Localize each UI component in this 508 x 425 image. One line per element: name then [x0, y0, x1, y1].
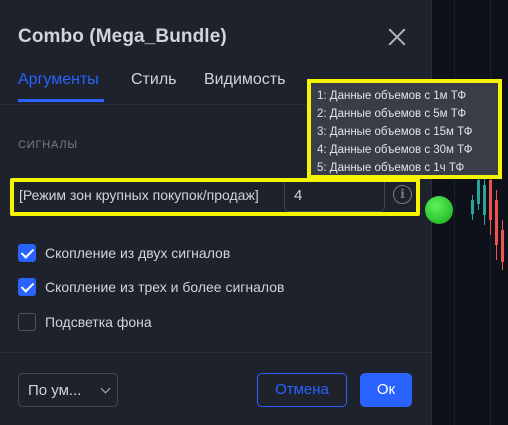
candle — [489, 180, 492, 220]
candle — [495, 200, 498, 245]
chevron-down-icon — [100, 383, 111, 394]
tab-arguments[interactable]: Аргументы — [18, 71, 99, 89]
mode-field-label: [Режим зон крупных покупок/продаж] — [19, 187, 259, 203]
indicator-settings-dialog: Combo (Mega_Bundle) Аргументы Стиль Види… — [0, 0, 432, 425]
screen: Combo (Mega_Bundle) Аргументы Стиль Види… — [0, 0, 508, 425]
candle — [483, 185, 486, 215]
mode-input[interactable] — [284, 178, 385, 212]
dialog-title: Combo (Mega_Bundle) — [18, 26, 227, 47]
checkbox-label: Скопление из двух сигналов — [45, 245, 231, 261]
candle — [501, 230, 504, 262]
cancel-button[interactable]: Отмена — [257, 373, 347, 407]
tooltip-line: 2: Данные объемов с 5м ТФ — [317, 108, 467, 120]
info-icon[interactable]: i — [393, 185, 412, 204]
ok-button[interactable]: Ок — [360, 373, 412, 407]
tooltip-line: 5: Данные объемов с 1ч ТФ — [317, 162, 465, 174]
checkbox-label: Скопление из трех и более сигналов — [45, 279, 285, 295]
checkbox-label: Подсветка фона — [45, 314, 152, 330]
tooltip-line: 3: Данные объемов с 15м ТФ — [317, 126, 473, 138]
defaults-dropdown[interactable]: По ум... — [18, 373, 118, 407]
tooltip-line: 4: Данные объемов с 30м ТФ — [317, 144, 473, 156]
checkbox-unchecked[interactable] — [18, 313, 36, 331]
chart-gridline — [454, 0, 455, 425]
close-icon[interactable] — [384, 24, 410, 50]
candle — [471, 200, 474, 214]
defaults-dropdown-label: По ум... — [28, 382, 82, 399]
tab-visibility[interactable]: Видимость — [204, 71, 285, 89]
check-icon[interactable] — [18, 244, 36, 262]
tooltip-line: 1: Данные объемов с 1м ТФ — [317, 90, 467, 102]
active-tab-indicator — [18, 99, 104, 102]
candle — [477, 180, 480, 204]
footer-divider — [0, 352, 432, 353]
mode-tooltip: 1: Данные объемов с 1м ТФ 2: Данные объе… — [307, 79, 502, 179]
section-title: СИГНАЛЫ — [18, 139, 78, 151]
tab-style[interactable]: Стиль — [131, 71, 177, 89]
signal-dot — [425, 196, 453, 224]
check-icon[interactable] — [18, 278, 36, 296]
